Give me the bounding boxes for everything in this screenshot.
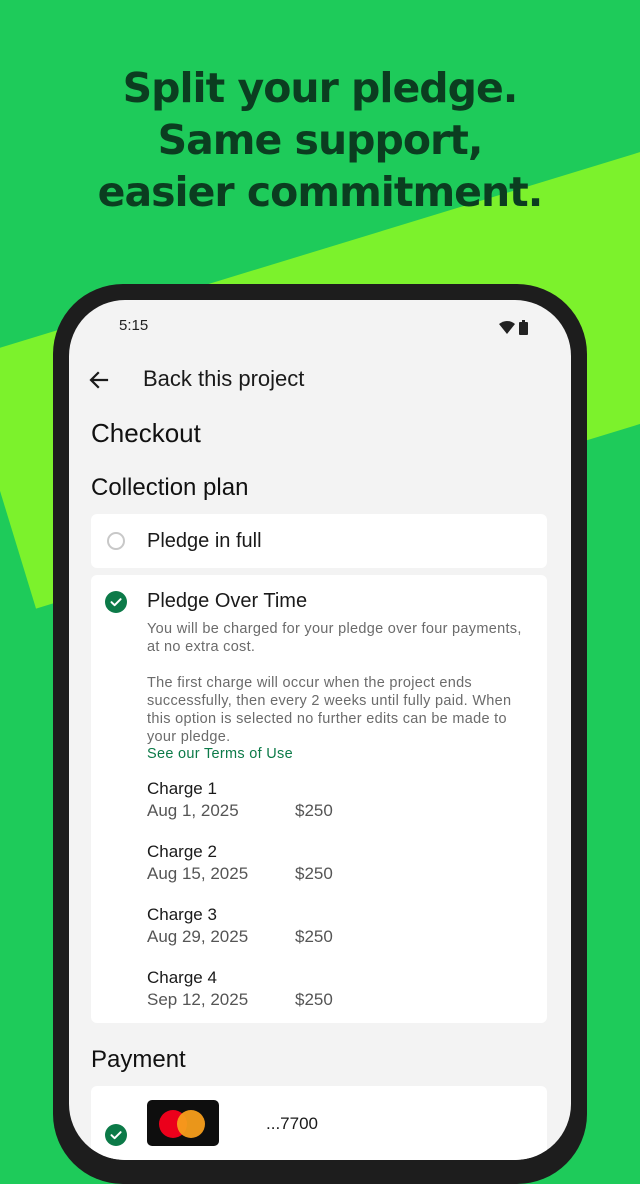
charge-label: Charge 4 <box>147 968 217 987</box>
charge-item-1: Charge 1 Aug 1, 2025 $250 <box>147 778 527 822</box>
charge-date: Aug 29, 2025 <box>147 927 249 946</box>
headline-line-3: easier commitment. <box>97 168 544 216</box>
charge-amount: $250 <box>295 801 333 820</box>
charge-item-3: Charge 3 Aug 29, 2025 $250 <box>147 904 527 948</box>
battery-icon <box>519 320 528 335</box>
charge-amount: $250 <box>295 864 333 883</box>
headline-line-2: Same support, <box>157 116 484 164</box>
radio-checked-icon[interactable] <box>105 1124 127 1146</box>
terms-of-use-link[interactable]: See our Terms of Use <box>147 746 293 762</box>
pledge-in-full-option[interactable]: Pledge in full <box>91 514 547 568</box>
charge-label: Charge 3 <box>147 905 217 924</box>
pledge-over-time-option[interactable]: Pledge Over Time You will be charged for… <box>91 575 547 1023</box>
mastercard-logo <box>147 1100 219 1146</box>
app-title: Back this project <box>143 366 305 391</box>
charge-date: Aug 15, 2025 <box>147 864 249 883</box>
charge-label: Charge 2 <box>147 842 217 861</box>
charge-date: Aug 1, 2025 <box>147 801 239 820</box>
pledge-over-time-description: You will be charged for your pledge over… <box>147 621 522 655</box>
pledge-over-time-label: Pledge Over Time <box>147 590 308 612</box>
arrow-left-icon[interactable] <box>87 368 111 392</box>
charge-label: Charge 1 <box>147 779 217 798</box>
collection-plan-heading: Collection plan <box>91 474 249 501</box>
radio-unselected-icon[interactable] <box>107 532 125 550</box>
app-bar: Back this project <box>69 362 571 402</box>
payment-heading: Payment <box>91 1046 186 1073</box>
status-time: 5:15 <box>119 317 149 334</box>
phone-screen: 5:15 Back this project Checkout Collecti… <box>69 300 571 1160</box>
wifi-icon <box>499 321 515 334</box>
pledge-in-full-label: Pledge in full <box>147 530 262 552</box>
payment-method-option[interactable]: ...7700 <box>91 1086 547 1160</box>
charge-item-4: Charge 4 Sep 12, 2025 $250 <box>147 967 527 1011</box>
checkout-heading: Checkout <box>91 418 201 448</box>
phone-frame: 5:15 Back this project Checkout Collecti… <box>53 284 587 1184</box>
radio-checked-icon[interactable] <box>105 591 127 613</box>
charge-amount: $250 <box>295 927 333 946</box>
status-bar: 5:15 <box>69 317 571 337</box>
charge-date: Sep 12, 2025 <box>147 990 249 1009</box>
headline: Split your pledge. Same support, easier … <box>0 62 640 218</box>
card-number: ...7700 <box>266 1114 318 1133</box>
headline-line-1: Split your pledge. <box>122 64 519 112</box>
pledge-over-time-details: The first charge will occur when the pro… <box>147 675 512 745</box>
charge-item-2: Charge 2 Aug 15, 2025 $250 <box>147 841 527 885</box>
status-icons <box>499 320 528 335</box>
charge-amount: $250 <box>295 990 333 1009</box>
